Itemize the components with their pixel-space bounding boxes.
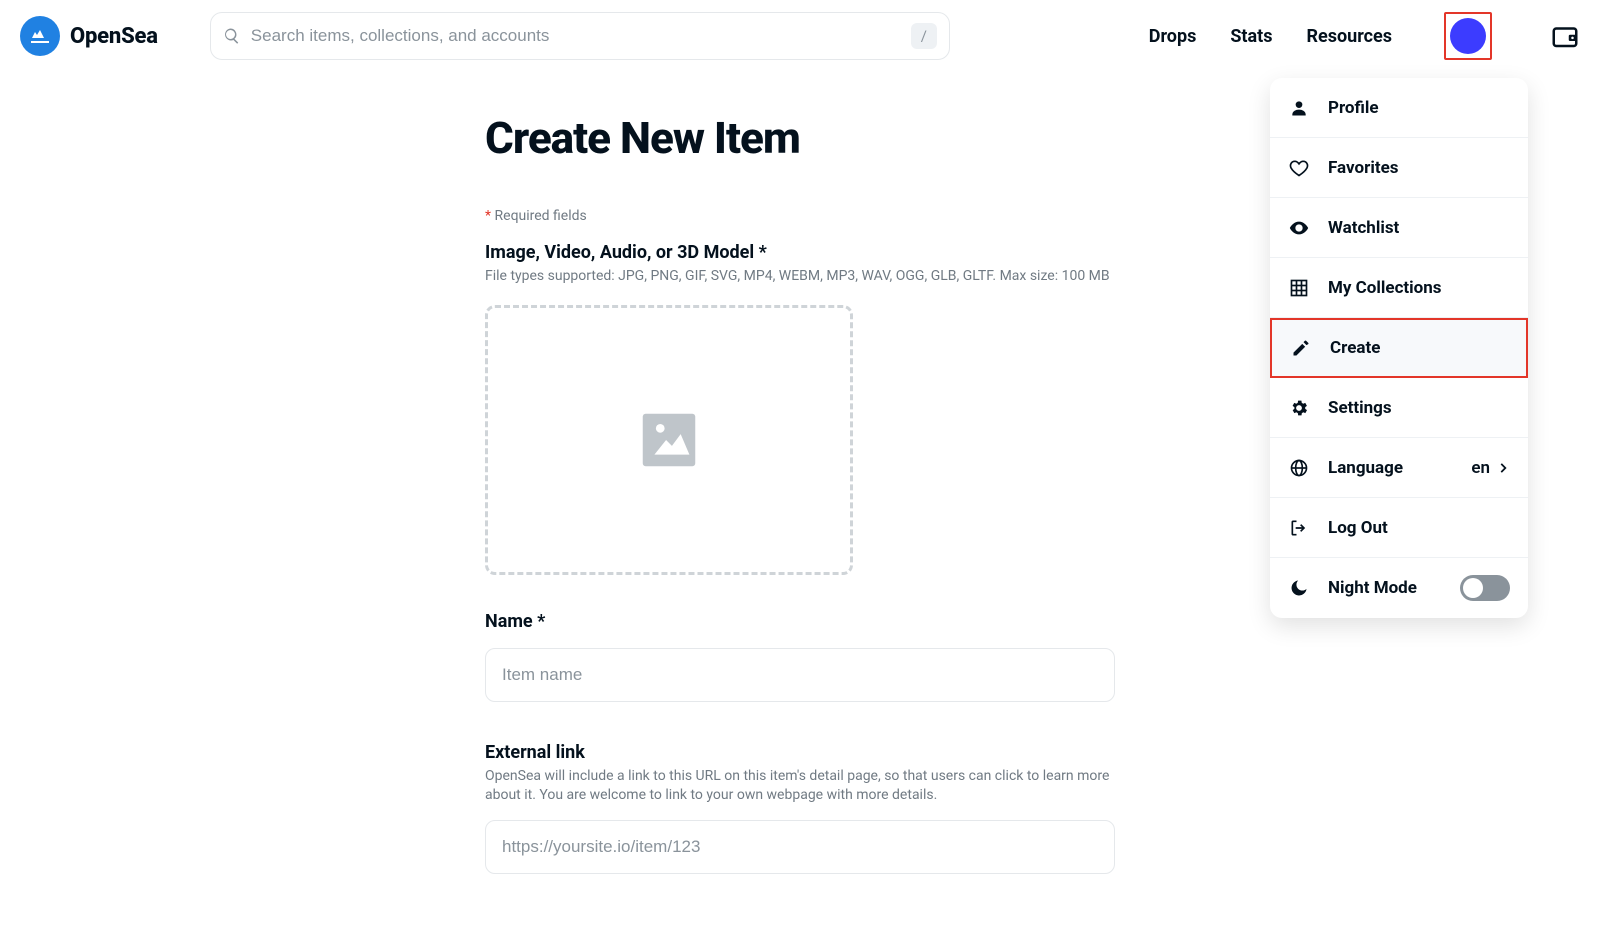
search-input[interactable] — [251, 26, 901, 46]
external-link-help: OpenSea will include a link to this URL … — [485, 767, 1115, 806]
logout-icon — [1288, 517, 1310, 539]
menu-night-mode-label: Night Mode — [1328, 578, 1417, 598]
menu-logout-label: Log Out — [1328, 518, 1388, 538]
menu-watchlist[interactable]: Watchlist — [1270, 198, 1528, 258]
globe-icon — [1288, 457, 1310, 479]
menu-collections[interactable]: My Collections — [1270, 258, 1528, 318]
profile-dropdown: Profile Favorites Watchlist My Collectio… — [1270, 78, 1528, 618]
nav-resources[interactable]: Resources — [1306, 26, 1392, 47]
search-icon — [223, 27, 241, 45]
heart-icon — [1288, 157, 1310, 179]
pencil-icon — [1290, 337, 1312, 359]
logo[interactable]: OpenSea — [20, 16, 158, 56]
image-placeholder-icon — [634, 405, 704, 475]
menu-language-value: en — [1471, 458, 1510, 478]
menu-settings[interactable]: Settings — [1270, 378, 1528, 438]
brand-name: OpenSea — [70, 24, 158, 49]
night-mode-toggle[interactable] — [1460, 575, 1510, 601]
menu-settings-label: Settings — [1328, 398, 1392, 418]
external-link-label: External link — [485, 742, 1115, 763]
name-field-label: Name * — [485, 611, 1115, 632]
menu-create-label: Create — [1330, 338, 1380, 358]
menu-collections-label: My Collections — [1328, 278, 1442, 298]
menu-watchlist-label: Watchlist — [1328, 218, 1399, 238]
page-title: Create New Item — [485, 112, 1115, 164]
menu-favorites[interactable]: Favorites — [1270, 138, 1528, 198]
nav-drops[interactable]: Drops — [1149, 26, 1197, 47]
create-form: Create New Item * Required fields Image,… — [485, 112, 1115, 908]
external-link-input[interactable] — [485, 820, 1115, 874]
required-fields-note: * Required fields — [485, 208, 1115, 224]
menu-language-label: Language — [1328, 458, 1403, 478]
slash-shortcut-hint: / — [911, 23, 937, 49]
menu-profile-label: Profile — [1328, 98, 1379, 118]
media-field-help: File types supported: JPG, PNG, GIF, SVG… — [485, 267, 1115, 287]
header: OpenSea / Drops Stats Resources — [0, 0, 1600, 72]
moon-icon — [1288, 577, 1310, 599]
profile-avatar-trigger[interactable] — [1444, 12, 1492, 60]
menu-favorites-label: Favorites — [1328, 158, 1399, 178]
menu-language[interactable]: Language en — [1270, 438, 1528, 498]
grid-icon — [1288, 277, 1310, 299]
chevron-right-icon — [1496, 461, 1510, 475]
wallet-icon[interactable] — [1550, 21, 1580, 51]
search-box[interactable]: / — [210, 12, 950, 60]
menu-night-mode[interactable]: Night Mode — [1270, 558, 1528, 618]
media-uploader[interactable] — [485, 305, 853, 575]
item-name-input[interactable] — [485, 648, 1115, 702]
eye-icon — [1288, 217, 1310, 239]
menu-create[interactable]: Create — [1270, 318, 1528, 378]
user-icon — [1288, 97, 1310, 119]
avatar-icon — [1450, 18, 1486, 54]
nav-stats[interactable]: Stats — [1230, 26, 1272, 47]
nav: Drops Stats Resources — [1149, 12, 1580, 60]
menu-logout[interactable]: Log Out — [1270, 498, 1528, 558]
menu-profile[interactable]: Profile — [1270, 78, 1528, 138]
gear-icon — [1288, 397, 1310, 419]
opensea-logo-icon — [20, 16, 60, 56]
media-field-label: Image, Video, Audio, or 3D Model * — [485, 242, 1115, 263]
required-star: * — [485, 208, 491, 224]
